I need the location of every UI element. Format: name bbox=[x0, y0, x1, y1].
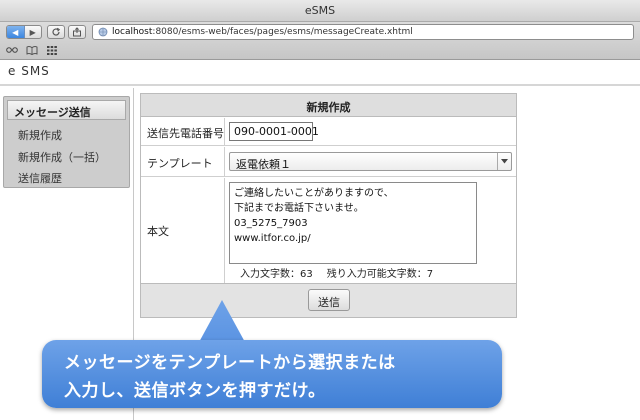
instruction-callout: メッセージをテンプレートから選択または 入力し、送信ボタンを押すだけ。 bbox=[42, 340, 502, 408]
callout-line-1: メッセージをテンプレートから選択または bbox=[64, 353, 396, 373]
callout-line-2: 入力し、送信ボタンを押すだけ。 bbox=[64, 381, 326, 401]
